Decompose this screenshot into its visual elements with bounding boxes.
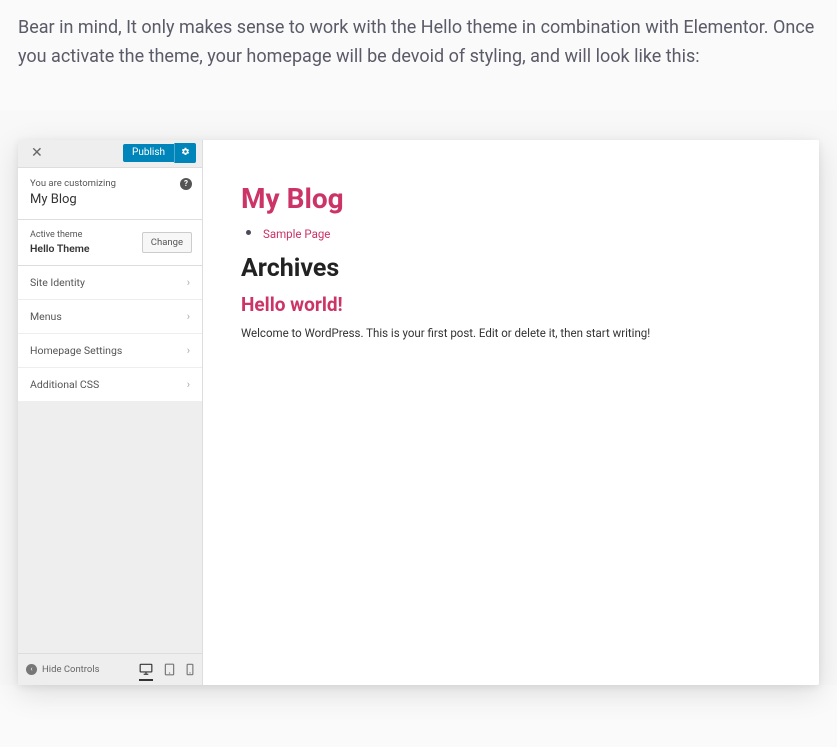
customizing-label: You are customizing — [30, 178, 190, 189]
chevron-right-icon: › — [187, 378, 190, 391]
hide-controls-button[interactable]: ‹ Hide Controls — [26, 664, 100, 675]
active-theme-label: Active theme — [30, 230, 90, 240]
sidebar-spacer — [18, 402, 202, 653]
change-theme-button[interactable]: Change — [142, 232, 192, 253]
collapse-left-icon: ‹ — [26, 664, 37, 675]
site-title-link[interactable]: My Blog — [241, 182, 781, 215]
menu-label: Additional CSS — [30, 378, 99, 391]
preview-pane: My Blog Sample Page Archives Hello world… — [203, 140, 819, 685]
publish-button[interactable]: Publish — [123, 144, 174, 162]
help-icon[interactable]: ? — [180, 178, 192, 190]
site-nav: Sample Page — [263, 223, 781, 242]
menu-label: Site Identity — [30, 276, 85, 289]
close-icon[interactable]: ✕ — [26, 142, 48, 164]
chevron-right-icon: › — [187, 276, 190, 289]
menu-site-identity[interactable]: Site Identity › — [18, 266, 202, 300]
active-theme-name: Hello Theme — [30, 242, 90, 255]
screenshot-container: ✕ Publish You are customizing My Blog ? … — [0, 110, 837, 685]
chevron-right-icon: › — [187, 344, 190, 357]
customizer-menu: Site Identity › Menus › Homepage Setting… — [18, 266, 202, 402]
menu-label: Homepage Settings — [30, 344, 122, 357]
customizing-panel: You are customizing My Blog ? — [18, 168, 202, 220]
post-title-link[interactable]: Hello world! — [241, 293, 781, 316]
sidebar-topbar: ✕ Publish — [18, 140, 202, 168]
nav-sample-page-link[interactable]: Sample Page — [263, 227, 330, 241]
hide-controls-label: Hide Controls — [42, 664, 100, 675]
customizer-window: ✕ Publish You are customizing My Blog ? … — [18, 140, 819, 685]
desktop-preview-icon[interactable] — [139, 663, 153, 681]
sidebar-footer: ‹ Hide Controls — [18, 653, 202, 685]
chevron-right-icon: › — [187, 310, 190, 323]
customizer-sidebar: ✕ Publish You are customizing My Blog ? … — [18, 140, 203, 685]
mobile-preview-icon[interactable] — [186, 663, 194, 676]
post-excerpt: Welcome to WordPress. This is your first… — [241, 326, 781, 340]
customizing-site-name: My Blog — [30, 192, 190, 207]
menu-label: Menus — [30, 310, 62, 323]
menu-homepage-settings[interactable]: Homepage Settings › — [18, 334, 202, 368]
theme-meta: Active theme Hello Theme — [30, 230, 90, 255]
device-preview-switcher — [139, 663, 194, 676]
menu-menus[interactable]: Menus › — [18, 300, 202, 334]
publish-group: Publish — [123, 143, 196, 163]
nav-item: Sample Page — [263, 223, 781, 242]
archives-heading: Archives — [241, 254, 781, 283]
gear-icon[interactable] — [174, 143, 196, 163]
menu-additional-css[interactable]: Additional CSS › — [18, 368, 202, 402]
tablet-preview-icon[interactable] — [164, 663, 175, 676]
intro-paragraph: Bear in mind, It only makes sense to wor… — [0, 0, 837, 72]
active-theme-row: Active theme Hello Theme Change — [18, 220, 202, 266]
